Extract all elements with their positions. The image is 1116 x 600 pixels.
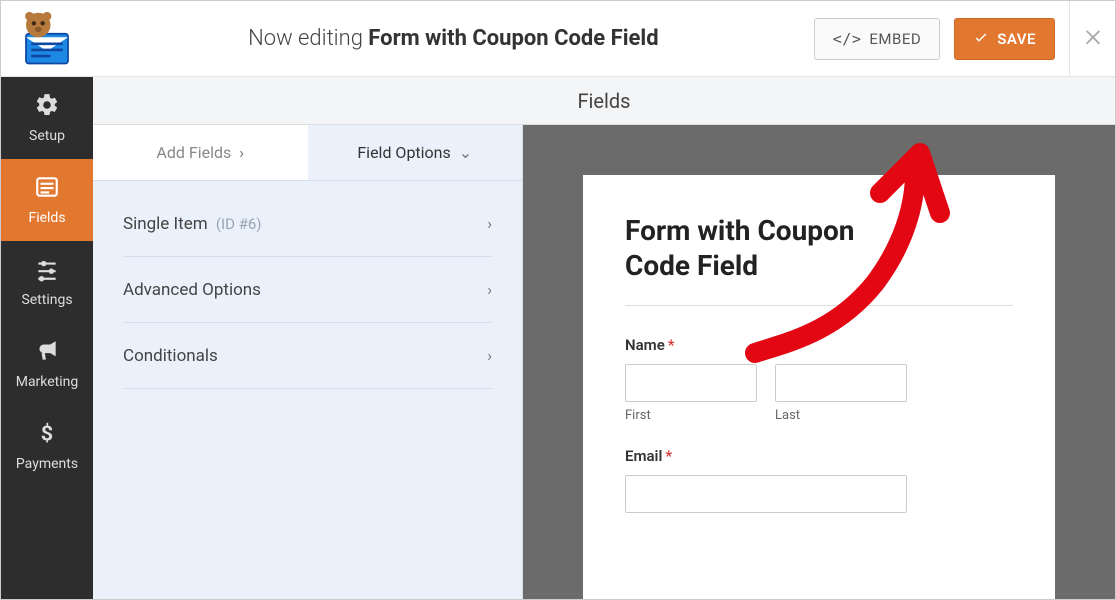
divider <box>625 305 1013 306</box>
sidebar-item-label: Marketing <box>16 374 79 390</box>
option-label: Conditionals <box>123 346 218 366</box>
option-sublabel: (ID #6) <box>216 215 262 233</box>
option-label: Advanced Options <box>123 280 261 300</box>
name-field-label: Name* <box>625 336 1013 354</box>
name-field-row: First Last <box>625 364 1013 423</box>
sidebar-item-settings[interactable]: Settings <box>1 241 93 323</box>
email-field-label: Email* <box>625 447 1013 465</box>
sidebar-item-label: Settings <box>21 292 72 308</box>
sidebar-item-setup[interactable]: Setup <box>1 77 93 159</box>
panel-tabs: Add Fields › Field Options ⌄ <box>93 125 522 181</box>
embed-label: EMBED <box>869 30 921 48</box>
chevron-right-icon: › <box>239 143 244 162</box>
gear-icon <box>34 92 60 122</box>
option-conditionals[interactable]: Conditionals › <box>123 323 492 389</box>
builder-sidebar: Setup Fields Settings Marketing <box>1 77 93 599</box>
sidebar-item-label: Payments <box>16 456 78 472</box>
last-name-input[interactable] <box>775 364 907 402</box>
workspace: Add Fields › Field Options ⌄ Single Item <box>93 125 1115 599</box>
dollar-icon: $ <box>34 420 60 450</box>
sidebar-item-label: Fields <box>28 210 65 226</box>
required-asterisk: * <box>668 336 675 354</box>
required-asterisk: * <box>665 447 672 465</box>
option-label: Single Item <box>123 214 208 234</box>
check-icon <box>973 29 989 49</box>
app-logo[interactable] <box>1 11 93 67</box>
chevron-right-icon: › <box>487 214 492 233</box>
sliders-icon <box>34 256 60 286</box>
wpforms-logo-icon <box>19 11 75 67</box>
fields-panel: Add Fields › Field Options ⌄ Single Item <box>93 125 523 599</box>
option-single-item[interactable]: Single Item (ID #6) › <box>123 191 492 257</box>
save-label: SAVE <box>997 30 1036 48</box>
email-input[interactable] <box>625 475 907 513</box>
code-icon: </> <box>833 30 862 48</box>
panel-body: Single Item (ID #6) › Advanced Options ›… <box>93 181 522 399</box>
sidebar-item-label: Setup <box>29 128 65 144</box>
section-title: Fields <box>93 77 1115 125</box>
last-sublabel: Last <box>775 408 907 423</box>
list-icon <box>34 174 60 204</box>
save-button[interactable]: SAVE <box>954 18 1055 60</box>
top-bar: Now editing Form with Coupon Code Field … <box>1 1 1115 77</box>
option-advanced[interactable]: Advanced Options › <box>123 257 492 323</box>
editing-title: Now editing Form with Coupon Code Field <box>93 26 814 51</box>
embed-button[interactable]: </> EMBED <box>814 18 940 60</box>
tab-add-fields[interactable]: Add Fields › <box>93 125 308 180</box>
editing-form-name: Form with Coupon Code Field <box>368 26 658 51</box>
chevron-right-icon: › <box>487 280 492 299</box>
editing-prefix: Now editing <box>248 26 368 51</box>
main-region: Setup Fields Settings Marketing <box>1 77 1115 599</box>
tab-label: Add Fields <box>156 143 231 162</box>
app-root: Now editing Form with Coupon Code Field … <box>0 0 1116 600</box>
form-preview-page[interactable]: Form with Coupon Code Field Name* First <box>583 175 1055 599</box>
close-button[interactable] <box>1069 1 1115 77</box>
close-icon <box>1082 24 1104 54</box>
form-preview-area: Form with Coupon Code Field Name* First <box>523 125 1115 599</box>
first-sublabel: First <box>625 408 757 423</box>
svg-text:$: $ <box>41 422 53 446</box>
content-region: Fields Add Fields › Field Options ⌄ <box>93 77 1115 599</box>
tab-label: Field Options <box>357 143 450 162</box>
chevron-down-icon: ⌄ <box>459 143 472 162</box>
top-actions: </> EMBED SAVE <box>814 1 1115 77</box>
tab-field-options[interactable]: Field Options ⌄ <box>308 125 523 180</box>
sidebar-item-marketing[interactable]: Marketing <box>1 323 93 405</box>
sidebar-item-fields[interactable]: Fields <box>1 159 93 241</box>
bullhorn-icon <box>34 338 60 368</box>
form-title: Form with Coupon Code Field <box>625 213 875 283</box>
chevron-right-icon: › <box>487 346 492 365</box>
sidebar-item-payments[interactable]: $ Payments <box>1 405 93 487</box>
first-name-input[interactable] <box>625 364 757 402</box>
